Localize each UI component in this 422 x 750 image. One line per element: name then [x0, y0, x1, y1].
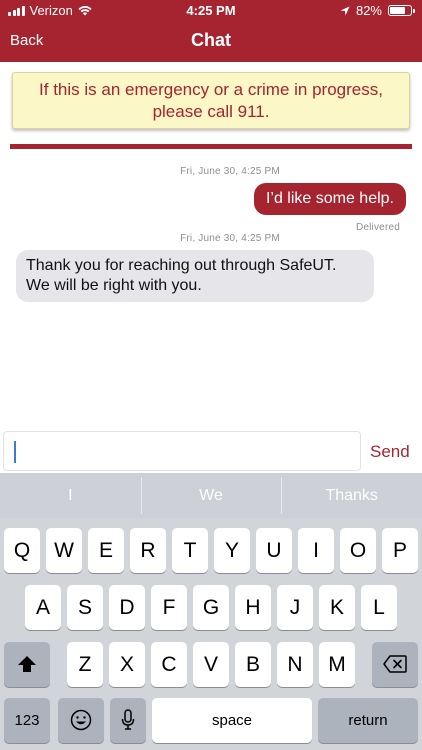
key-f[interactable]: F: [151, 585, 187, 630]
key-o[interactable]: O: [340, 528, 376, 573]
battery-icon: [388, 5, 415, 16]
keyboard: I We Thanks Q W E R T Y U I O P A S D F …: [0, 473, 422, 750]
delivery-status: Delivered: [355, 222, 400, 233]
return-key[interactable]: return: [318, 698, 418, 743]
key-a[interactable]: A: [25, 585, 61, 630]
key-k[interactable]: K: [319, 585, 355, 630]
key-d[interactable]: D: [109, 585, 145, 630]
key-n[interactable]: N: [277, 642, 313, 687]
key-s[interactable]: S: [67, 585, 103, 630]
key-i[interactable]: I: [298, 528, 334, 573]
key-y[interactable]: Y: [214, 528, 250, 573]
key-c[interactable]: C: [151, 642, 187, 687]
message-input[interactable]: [3, 431, 361, 471]
banner-divider: [10, 144, 412, 149]
key-t[interactable]: T: [172, 528, 208, 573]
key-row-4: 123 space return: [0, 698, 422, 743]
key-l[interactable]: L: [361, 585, 397, 630]
status-bar: Verizon 4:25 PM 82%: [0, 0, 422, 22]
key-z[interactable]: Z: [67, 642, 103, 687]
text-caret: [14, 441, 16, 463]
emergency-banner: If this is an emergency or a crime in pr…: [12, 72, 410, 129]
key-h[interactable]: H: [235, 585, 271, 630]
emoji-key[interactable]: [58, 698, 104, 743]
key-x[interactable]: X: [109, 642, 145, 687]
incoming-message-bubble: Thank you for reaching out through SafeU…: [16, 250, 374, 302]
emoji-icon: [70, 709, 92, 731]
key-q[interactable]: Q: [4, 528, 40, 573]
key-v[interactable]: V: [193, 642, 229, 687]
dictation-key[interactable]: [110, 698, 146, 743]
outgoing-message-bubble: I’d like some help.: [253, 183, 406, 215]
suggestion[interactable]: We: [140, 473, 282, 518]
top-bar: Verizon 4:25 PM 82% Back Chat: [0, 0, 422, 62]
suggestion[interactable]: I: [0, 473, 141, 518]
key-r[interactable]: R: [130, 528, 166, 573]
key-row-1: Q W E R T Y U I O P: [0, 528, 422, 573]
send-button[interactable]: Send: [370, 442, 410, 462]
key-row-3: Z X C V B N M: [0, 642, 422, 687]
key-m[interactable]: M: [319, 642, 355, 687]
location-icon: [340, 6, 350, 15]
numbers-key[interactable]: 123: [4, 698, 50, 743]
key-u[interactable]: U: [256, 528, 292, 573]
page-title: Chat: [191, 30, 231, 50]
key-p[interactable]: P: [382, 528, 418, 573]
battery-percent: 82%: [355, 3, 382, 18]
key-j[interactable]: J: [277, 585, 313, 630]
shift-key[interactable]: [4, 642, 50, 687]
navigation-bar: Back Chat: [0, 22, 422, 62]
key-w[interactable]: W: [46, 528, 82, 573]
key-b[interactable]: B: [235, 642, 271, 687]
predictive-bar: I We Thanks: [0, 473, 422, 518]
backspace-icon: [383, 655, 407, 673]
suggestion[interactable]: Thanks: [281, 473, 422, 518]
key-row-2: A S D F G H J K L: [0, 585, 422, 630]
delete-key[interactable]: [372, 642, 418, 687]
message-timestamp: Fri, June 30, 4:25 PM: [180, 233, 280, 244]
microphone-icon: [121, 709, 135, 730]
key-e[interactable]: E: [88, 528, 124, 573]
message-timestamp: Fri, June 30, 4:25 PM: [180, 166, 280, 177]
key-g[interactable]: G: [193, 585, 229, 630]
composer: Send: [0, 430, 422, 473]
space-key[interactable]: space: [152, 698, 312, 743]
shift-icon: [18, 656, 36, 672]
